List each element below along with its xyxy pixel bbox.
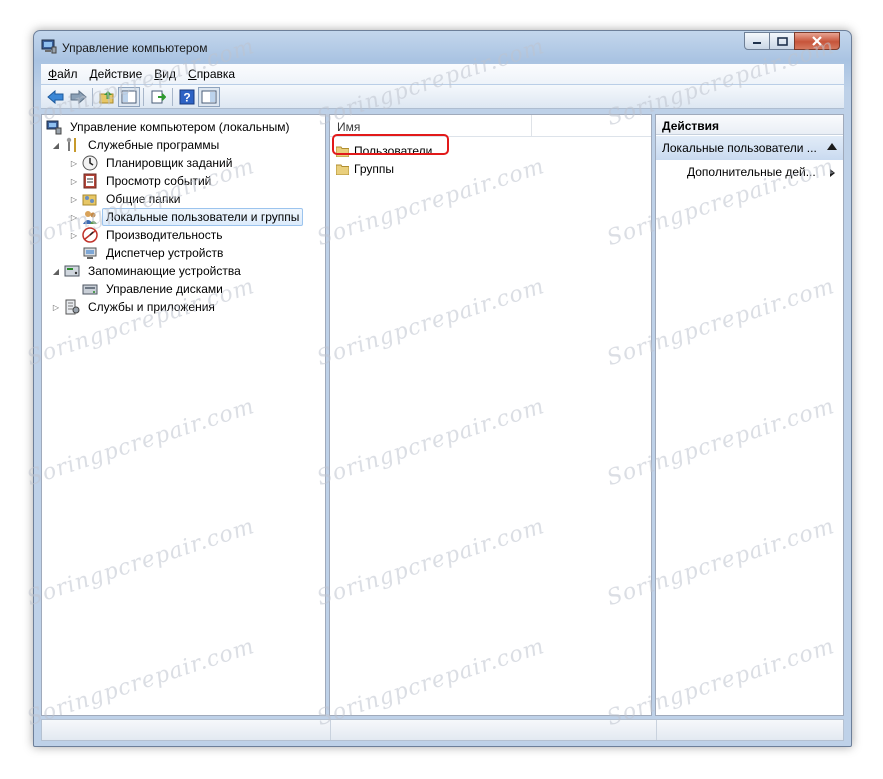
tree-item-label: Служебные программы [88, 138, 220, 152]
tree-item-label: Просмотр событий [106, 174, 212, 188]
computer-management-icon [46, 119, 62, 135]
toolbar-separator [92, 87, 93, 106]
actions-pane: Действия Локальные пользователи ... Допо… [655, 114, 844, 716]
menu-help[interactable]: Справка [181, 67, 240, 81]
system-tools-icon [64, 137, 80, 153]
minimize-button[interactable] [744, 32, 770, 50]
maximize-button[interactable] [769, 32, 795, 50]
submenu-arrow-icon [830, 169, 835, 177]
forward-icon [70, 89, 87, 104]
maximize-icon [776, 36, 788, 46]
more-actions-item[interactable]: Дополнительные дей... [687, 165, 816, 179]
folder-icon [336, 164, 349, 175]
services-apps-icon [64, 299, 80, 315]
expand-arrow-icon[interactable]: ▷ [50, 303, 62, 312]
tree-item-disk-management[interactable]: Управление дисками [80, 280, 227, 298]
menu-bar: Файл Действие Вид Справка [41, 64, 844, 84]
minimize-icon [753, 42, 761, 44]
tree-item-shared-folders[interactable]: ▷ Общие папки [68, 190, 184, 208]
tree-item-label: Диспетчер устройств [106, 246, 224, 260]
actions-header: Действия [656, 115, 843, 135]
menu-action[interactable]: Действие [83, 67, 148, 81]
status-bar [41, 719, 844, 741]
tree-item-label: Службы и приложения [88, 300, 215, 314]
collapse-section-icon[interactable] [827, 143, 837, 150]
list-item-groups[interactable]: Группы [336, 160, 394, 178]
help-button[interactable]: ? [176, 87, 198, 107]
show-hide-tree-icon [121, 90, 137, 103]
show-hide-action-pane-button[interactable] [198, 86, 220, 107]
expand-arrow-icon[interactable]: ▷ [68, 213, 80, 222]
expand-arrow-icon[interactable]: ▷ [68, 231, 80, 240]
list-item-label: Группы [354, 162, 394, 176]
tree-item-task-scheduler[interactable]: ▷ Планировщик заданий [68, 154, 236, 172]
close-button[interactable] [794, 32, 840, 50]
results-pane[interactable]: Имя Пользователи Группы [329, 114, 652, 716]
tree-item-local-users-groups[interactable]: ▷ Локальные пользователи и группы [68, 208, 304, 226]
tree-item-services-apps[interactable]: ▷ Службы и приложения [50, 298, 219, 316]
expand-arrow-icon[interactable]: ▷ [68, 159, 80, 168]
tree-root-label: Управление компьютером (локальным) [70, 120, 290, 134]
show-hide-tree-button[interactable] [118, 86, 140, 107]
status-segment [42, 720, 331, 740]
back-icon [47, 89, 64, 104]
tree-item-label: Запоминающие устройства [88, 264, 241, 278]
tree-item-event-viewer[interactable]: ▷ Просмотр событий [68, 172, 215, 190]
title-bar[interactable]: Управление компьютером [34, 31, 851, 61]
clock-icon [82, 155, 98, 171]
toolbar-separator [172, 87, 173, 106]
performance-icon [82, 227, 98, 243]
tree-item-performance[interactable]: ▷ Производительность [68, 226, 226, 244]
status-segment [331, 720, 658, 740]
collapse-arrow-icon[interactable]: ◢ [50, 267, 62, 276]
back-button[interactable] [45, 87, 67, 107]
tree-item-storage[interactable]: ◢ Запоминающие устройства [50, 262, 245, 280]
tree-item-label: Общие папки [106, 192, 181, 206]
window-title: Управление компьютером [62, 41, 208, 55]
forward-button[interactable] [67, 87, 89, 107]
export-list-button[interactable] [147, 87, 169, 107]
red-highlight-frame [332, 134, 449, 155]
computer-management-window: Управление компьютером Файл Действие Вид… [33, 30, 852, 747]
actions-section-local-users[interactable]: Локальные пользователи ... [656, 136, 843, 160]
status-segment [657, 720, 843, 740]
actions-section-label: Локальные пользователи ... [662, 141, 817, 155]
menu-file[interactable]: Файл [41, 67, 83, 81]
tree-item-label: Планировщик заданий [106, 156, 233, 170]
device-manager-icon [82, 245, 98, 261]
storage-icon [64, 263, 80, 279]
event-viewer-icon [82, 173, 98, 189]
console-tree-pane[interactable]: Управление компьютером (локальным) ◢ Слу… [41, 114, 326, 716]
toolbar-separator [143, 87, 144, 106]
show-hide-action-pane-icon [201, 90, 217, 103]
up-folder-button[interactable] [96, 87, 118, 107]
tree-item-system-tools[interactable]: ◢ Служебные программы [50, 136, 223, 154]
up-folder-icon [99, 90, 114, 103]
toolbar: ? [41, 85, 844, 109]
expand-arrow-icon[interactable]: ▷ [68, 195, 80, 204]
tree-item-label: Управление дисками [106, 282, 223, 296]
shared-folders-icon [82, 191, 98, 207]
column-name-header[interactable]: Имя [337, 120, 360, 134]
collapse-arrow-icon[interactable]: ◢ [50, 141, 62, 150]
tree-item-device-manager[interactable]: Диспетчер устройств [80, 244, 227, 262]
expand-arrow-icon[interactable]: ▷ [68, 177, 80, 186]
column-divider[interactable] [531, 115, 532, 136]
disk-management-icon [82, 281, 98, 297]
menu-view[interactable]: Вид [147, 67, 181, 81]
tree-root[interactable]: Управление компьютером (локальным) [44, 118, 294, 136]
export-list-icon [151, 90, 166, 103]
users-group-icon [82, 209, 98, 225]
tree-item-label: Производительность [106, 228, 223, 242]
svg-text:?: ? [183, 90, 190, 104]
tree-item-label: Локальные пользователи и группы [102, 208, 304, 226]
computer-management-icon [41, 39, 57, 54]
close-icon [812, 36, 822, 46]
help-icon: ? [179, 89, 195, 104]
